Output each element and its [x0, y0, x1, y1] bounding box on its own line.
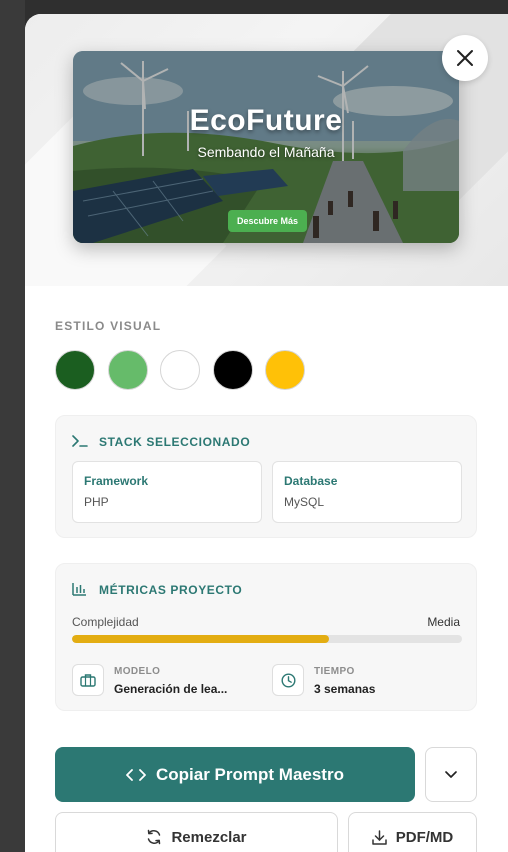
color-swatch[interactable]	[265, 350, 305, 390]
hero-header: EcoFuture Sembando el Mañaña Descubre Má…	[25, 14, 508, 286]
copy-master-prompt-label: Copiar Prompt Maestro	[156, 764, 344, 784]
time-icon-box	[272, 664, 304, 696]
stack-title: STACK SELECCIONADO	[99, 435, 251, 449]
backdrop-strip	[0, 0, 25, 852]
export-pdf-md-button[interactable]: PDF/MD	[348, 812, 477, 852]
more-options-dropdown[interactable]	[425, 747, 477, 802]
download-icon	[372, 829, 387, 845]
complexity-value: Media	[427, 615, 460, 629]
bar-chart-icon	[72, 583, 86, 596]
remix-button[interactable]: Remezclar	[55, 812, 338, 852]
website-preview-image: EcoFuture Sembando el Mañaña Descubre Má…	[73, 51, 459, 243]
complexity-progress-fill	[72, 635, 330, 643]
preview-subtitle: Sembando el Mañaña	[197, 144, 335, 160]
close-button[interactable]	[442, 35, 488, 81]
export-label: PDF/MD	[395, 828, 454, 846]
clock-icon	[280, 672, 296, 688]
time-label: TIEMPO	[314, 666, 355, 677]
preview-title: EcoFuture	[189, 104, 343, 137]
database-label: Database	[284, 474, 338, 488]
project-detail-panel: EcoFuture Sembando el Mañaña Descubre Má…	[25, 14, 508, 852]
copy-master-prompt-button[interactable]: Copiar Prompt Maestro	[55, 747, 415, 802]
model-icon-box	[72, 664, 104, 696]
framework-card: Framework PHP	[72, 461, 262, 523]
model-label: MODELO	[114, 666, 161, 677]
preview-cta-button: Descubre Más	[228, 210, 307, 232]
color-swatch[interactable]	[212, 350, 253, 390]
framework-label: Framework	[84, 474, 149, 488]
database-value: MySQL	[284, 495, 325, 509]
complexity-label: Complejidad	[72, 615, 139, 629]
framework-value: PHP	[84, 495, 109, 509]
time-value: 3 semanas	[314, 682, 376, 696]
color-swatch[interactable]	[160, 350, 200, 390]
database-card: Database MySQL	[272, 461, 462, 523]
chevron-down-icon	[445, 771, 457, 778]
remix-label: Remezclar	[171, 828, 247, 846]
stack-card: STACK SELECCIONADO Framework PHP Databas…	[55, 415, 477, 538]
metrics-title: MÉTRICAS PROYECTO	[99, 583, 243, 597]
code-icon	[126, 768, 146, 781]
metrics-card: MÉTRICAS PROYECTO Complejidad Media MODE…	[55, 563, 477, 711]
close-icon	[457, 50, 473, 66]
complexity-progress-bar	[72, 635, 462, 643]
briefcase-icon	[80, 674, 96, 687]
visual-style-label: ESTILO VISUAL	[55, 319, 162, 333]
color-swatch[interactable]	[55, 350, 95, 390]
refresh-icon	[148, 829, 161, 845]
color-swatch[interactable]	[107, 350, 148, 390]
model-value: Generación de lea...	[114, 682, 228, 696]
terminal-icon	[72, 435, 88, 447]
